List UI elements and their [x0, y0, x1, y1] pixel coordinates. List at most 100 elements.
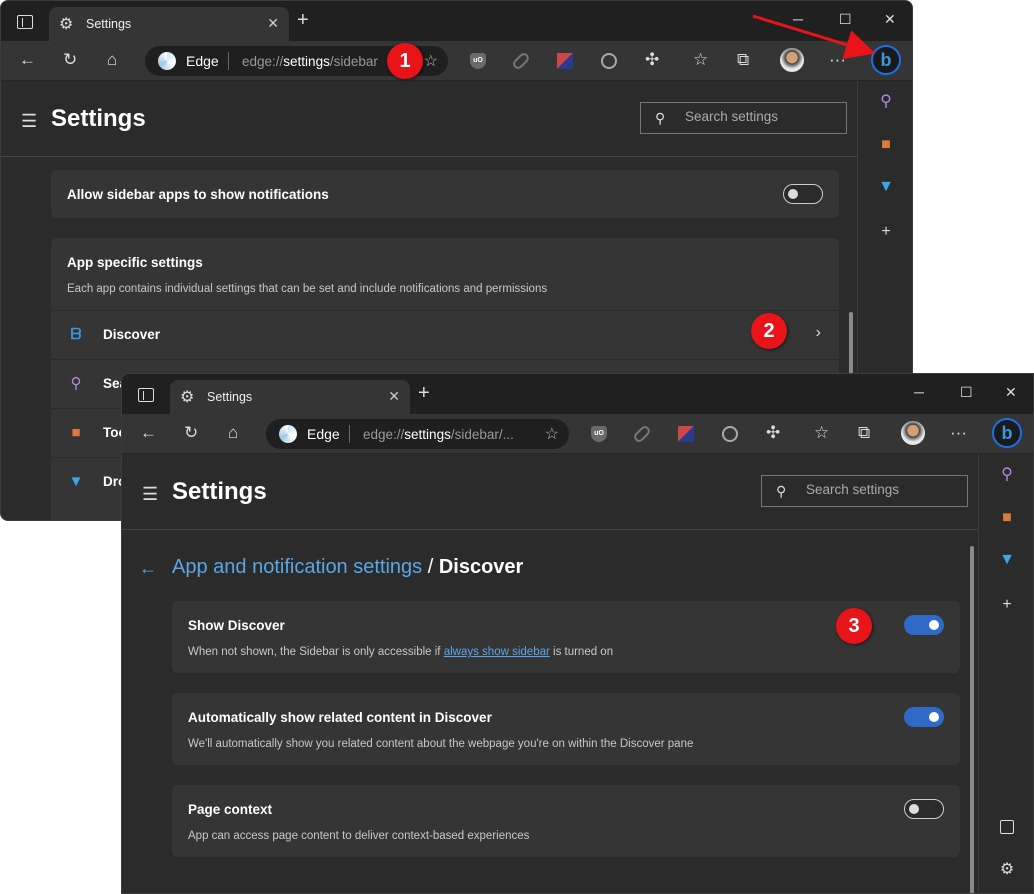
collections-icon[interactable]: ⧉ [858, 423, 870, 443]
related-content-toggle[interactable] [904, 707, 944, 727]
color-extension-icon[interactable] [678, 426, 694, 442]
minimize-button[interactable]: ─ [914, 384, 924, 400]
app-row-label: Discover [103, 327, 161, 342]
sidebar-add-icon[interactable]: + [997, 595, 1017, 615]
minimize-button[interactable]: ─ [793, 11, 803, 27]
title-bar: ⚙ Settings ✕ + ─ ☐ ✕ [1, 1, 912, 41]
settings-header: ☰ Settings ⚲ [1, 81, 858, 157]
related-content-description: We'll automatically show you related con… [188, 738, 694, 750]
sidebar-add-icon[interactable]: + [876, 222, 896, 242]
circle-extension-icon[interactable] [601, 53, 617, 69]
address-bar[interactable]: Edge edge://settings/sidebar/... ☆ [266, 419, 569, 449]
link-extension-icon[interactable] [632, 424, 652, 444]
refresh-button[interactable]: ↻ [184, 423, 198, 443]
tools-icon: ■ [71, 424, 81, 441]
page-context-card: Page context App can access page content… [172, 785, 960, 857]
extensions-puzzle-icon[interactable]: ✣ [766, 423, 780, 443]
browser-window-front: ⚙ Settings ✕ + ─ ☐ ✕ ← ↻ ⌂ Edge edge://s… [121, 373, 1034, 894]
menu-icon[interactable]: ☰ [21, 111, 37, 132]
maximize-button[interactable]: ☐ [839, 11, 852, 28]
notifications-toggle[interactable] [783, 184, 823, 204]
gear-icon: ⚙ [59, 16, 74, 33]
gear-icon: ⚙ [180, 389, 195, 406]
profile-avatar[interactable] [901, 421, 925, 445]
sidebar-settings-icon[interactable]: ⚙ [997, 860, 1017, 880]
close-window-button[interactable]: ✕ [884, 11, 896, 28]
tab-settings[interactable]: ⚙ Settings ✕ [49, 7, 289, 41]
close-window-button[interactable]: ✕ [1005, 384, 1017, 401]
sidebar-search-icon[interactable]: ⚲ [997, 465, 1017, 485]
app-specific-description: Each app contains individual settings th… [67, 283, 548, 295]
search-settings-box[interactable]: ⚲ [640, 102, 847, 134]
link-extension-icon[interactable] [511, 51, 531, 71]
toolbar: ← ↻ ⌂ Edge edge://settings/sidebar ☆ uO … [1, 41, 912, 81]
page-title: Settings [51, 105, 146, 132]
back-button[interactable]: ← [19, 50, 36, 70]
breadcrumb-parent-link[interactable]: App and notification settings [172, 556, 422, 578]
sidebar-drop-icon[interactable]: ▼ [876, 177, 896, 197]
page-title: Settings [172, 478, 267, 505]
address-brand: Edge [186, 53, 219, 69]
scrollbar[interactable] [970, 546, 974, 893]
app-row-discover[interactable]: ᗷ Discover › [51, 310, 839, 359]
tab-actions-icon[interactable] [17, 15, 33, 29]
tab-label: Settings [86, 17, 132, 31]
sidebar-tools-icon[interactable]: ■ [876, 135, 896, 155]
page-context-label: Page context [188, 802, 273, 817]
more-menu-button[interactable]: ··· [950, 423, 967, 443]
back-arrow-icon[interactable]: ← [139, 558, 157, 579]
tab-label: Settings [207, 390, 253, 404]
breadcrumb-separator: / [422, 556, 439, 578]
new-tab-button[interactable]: + [297, 9, 309, 32]
home-button[interactable]: ⌂ [107, 50, 117, 70]
sidebar-tools-icon[interactable]: ■ [997, 508, 1017, 528]
search-icon: ⚲ [776, 483, 787, 499]
tab-settings[interactable]: ⚙ Settings ✕ [170, 380, 410, 414]
address-url: edge://settings/sidebar/... [363, 427, 514, 442]
ublock-extension-icon[interactable]: uO [591, 426, 607, 442]
color-extension-icon[interactable] [557, 53, 573, 69]
address-brand: Edge [307, 426, 340, 442]
sidebar-drop-icon[interactable]: ▼ [997, 550, 1017, 570]
sidebar-search-icon[interactable]: ⚲ [876, 92, 896, 112]
close-tab-icon[interactable]: ✕ [267, 15, 279, 32]
edge-logo-icon [158, 52, 176, 70]
add-favorite-icon[interactable]: ☆ [424, 51, 438, 71]
address-divider [349, 425, 350, 443]
search-input[interactable] [806, 482, 956, 497]
bing-discover-button[interactable]: b [992, 418, 1022, 448]
maximize-button[interactable]: ☐ [960, 384, 973, 401]
ublock-extension-icon[interactable]: uO [470, 53, 486, 69]
favorites-icon[interactable]: ☆ [693, 50, 708, 70]
home-button[interactable]: ⌂ [228, 423, 238, 443]
bing-discover-button[interactable]: b [871, 45, 901, 75]
show-discover-toggle[interactable] [904, 615, 944, 635]
refresh-button[interactable]: ↻ [63, 50, 77, 70]
menu-icon[interactable]: ☰ [142, 484, 158, 505]
extensions-puzzle-icon[interactable]: ✣ [645, 50, 659, 70]
show-discover-label: Show Discover [188, 618, 285, 633]
address-divider [228, 52, 229, 70]
profile-avatar[interactable] [780, 48, 804, 72]
breadcrumb-current: Discover [438, 556, 524, 578]
search-input[interactable] [685, 109, 835, 124]
new-tab-button[interactable]: + [418, 382, 430, 405]
add-favorite-icon[interactable]: ☆ [545, 424, 559, 444]
back-button[interactable]: ← [140, 423, 157, 443]
page-context-toggle[interactable] [904, 799, 944, 819]
always-show-sidebar-link[interactable]: always show sidebar [444, 646, 550, 658]
search-settings-box[interactable]: ⚲ [761, 475, 968, 507]
edge-sidebar: ⚲ ■ ▼ + ⚙ [978, 454, 1033, 893]
search-icon: ⚲ [655, 110, 666, 126]
notifications-card: Allow sidebar apps to show notifications [51, 170, 839, 218]
hide-sidebar-icon[interactable] [1000, 820, 1014, 834]
title-bar: ⚙ Settings ✕ + ─ ☐ ✕ [122, 374, 1033, 414]
app-specific-title: App specific settings [67, 255, 203, 270]
favorites-icon[interactable]: ☆ [814, 423, 829, 443]
tab-actions-icon[interactable] [138, 388, 154, 402]
settings-header: ☰ Settings ⚲ [122, 454, 979, 530]
circle-extension-icon[interactable] [722, 426, 738, 442]
more-menu-button[interactable]: ··· [829, 50, 846, 70]
close-tab-icon[interactable]: ✕ [388, 388, 400, 405]
collections-icon[interactable]: ⧉ [737, 50, 749, 70]
